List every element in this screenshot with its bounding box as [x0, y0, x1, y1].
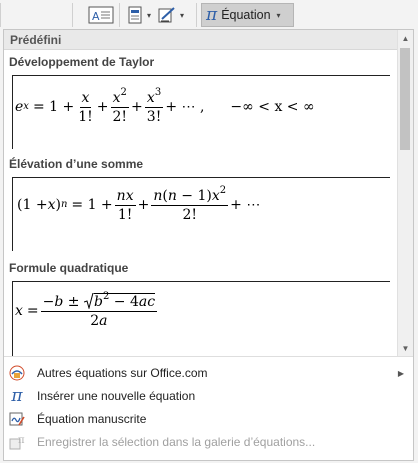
- gallery-item-taylor[interactable]: e x = 1 + x 1! + x2 2! + x3 3! + ⋯ , −∞ < x < ∞: [12, 75, 390, 149]
- equation-button[interactable]: π Équation ▾: [201, 3, 294, 27]
- gallery-category-label: Prédéfini: [10, 33, 62, 47]
- ink-equation-icon: [9, 411, 25, 427]
- gallery-item-title: Élévation d’une somme: [9, 157, 144, 171]
- ribbon: A ▾ ▾ π Équation ▾: [0, 0, 418, 30]
- ribbon-separator: [72, 3, 73, 27]
- quick-parts-icon: [127, 6, 143, 24]
- signature-line-icon: [158, 6, 176, 24]
- menu-item-more-equations[interactable]: Autres équations sur Office.com ▶: [4, 362, 413, 384]
- ribbon-separator: [119, 3, 120, 27]
- menu-item-label: Insérer une nouvelle équation: [37, 389, 196, 403]
- pi-icon: π: [11, 386, 23, 406]
- taylor-range: −∞ < x < ∞: [230, 99, 315, 115]
- menu-item-label: Enregistrer la sélection dans la galerie…: [37, 435, 316, 449]
- menu-divider: [4, 356, 413, 357]
- signature-line-button[interactable]: ▾: [158, 4, 184, 26]
- svg-text:A: A: [92, 10, 100, 23]
- gallery-item-quadratic[interactable]: x = −b ± b2 − 4ac 2a: [12, 281, 390, 356]
- gallery-item-binomial[interactable]: (1 + x) n = 1 + nx 1! + n(n − 1)x2 2! + ⋯: [12, 177, 390, 251]
- menu-item-insert-new-equation[interactable]: π Insérer une nouvelle équation: [4, 385, 413, 407]
- gallery-item-title: Formule quadratique: [9, 261, 129, 275]
- chevron-down-icon: ▾: [147, 10, 152, 20]
- binomial-formula: (1 + x) n = 1 + nx 1! + n(n − 1)x2 2! + ⋯: [17, 184, 261, 223]
- text-box-icon: A: [88, 5, 114, 25]
- ribbon-separator: [0, 3, 1, 27]
- taylor-formula: e x = 1 + x 1! + x2 2! + x3 3! + ⋯ , −∞ < x < ∞: [15, 86, 315, 125]
- quick-parts-button[interactable]: ▾: [127, 4, 151, 26]
- pi-icon: π: [206, 5, 218, 25]
- ribbon-separator: [196, 3, 197, 27]
- submenu-arrow-icon: ▶: [397, 368, 404, 378]
- equation-gallery-dropdown: Prédéfini Développement de Taylor e x = 1 …: [3, 29, 414, 461]
- gallery-scrollbar[interactable]: ▲ ▼: [397, 30, 413, 356]
- scroll-up-arrow-icon[interactable]: ▲: [398, 30, 413, 46]
- chevron-down-icon: ▾: [276, 10, 281, 20]
- save-to-gallery-icon: π: [9, 434, 25, 450]
- quadratic-formula: x = −b ± b2 − 4ac 2a: [15, 291, 158, 329]
- gallery-category-header: Prédéfini: [4, 30, 397, 50]
- scroll-down-arrow-icon[interactable]: ▼: [398, 340, 413, 356]
- equation-button-label: Équation: [221, 8, 271, 22]
- menu-item-label: Équation manuscrite: [37, 412, 147, 426]
- equation-gallery: Prédéfini Développement de Taylor e x = 1 …: [4, 30, 397, 356]
- menu-item-ink-equation[interactable]: Équation manuscrite: [4, 408, 413, 430]
- chevron-down-icon: ▾: [180, 10, 185, 20]
- office-equations-icon: [9, 365, 25, 381]
- menu-item-label: Autres équations sur Office.com: [37, 366, 208, 380]
- scrollbar-thumb[interactable]: [400, 48, 410, 150]
- gallery-item-title: Développement de Taylor: [9, 55, 155, 69]
- svg-text:π: π: [18, 435, 25, 446]
- menu-item-save-to-gallery: π Enregistrer la sélection dans la galer…: [4, 431, 413, 453]
- text-box-button[interactable]: A: [88, 4, 114, 26]
